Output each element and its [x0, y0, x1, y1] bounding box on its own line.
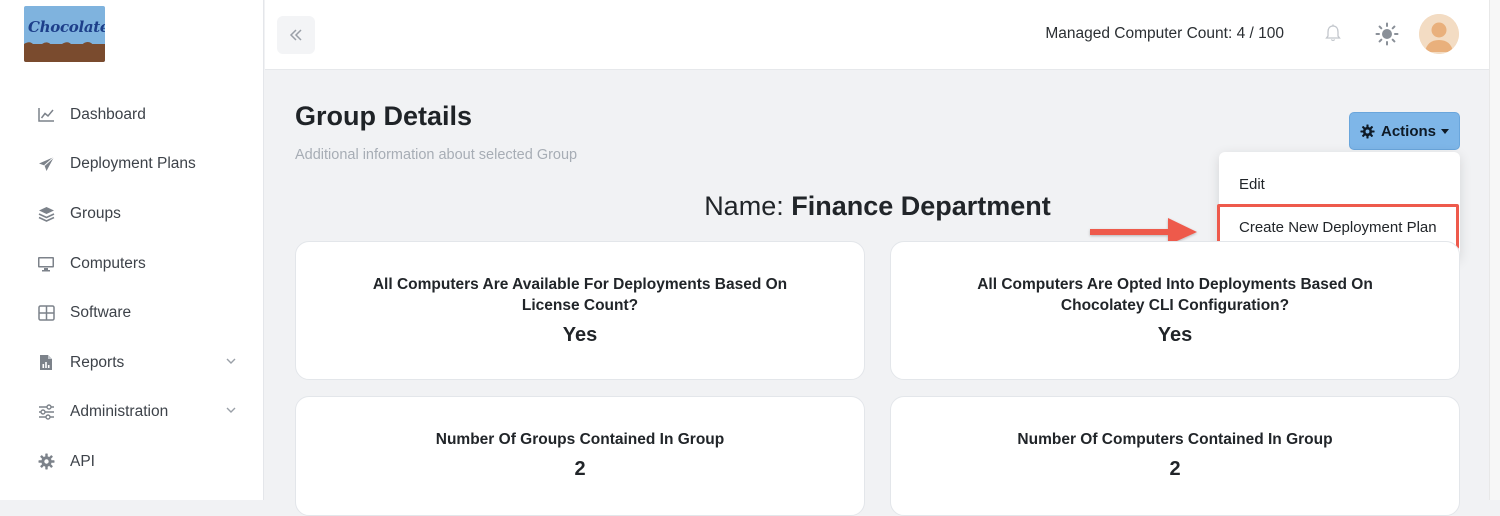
gear-icon	[37, 453, 55, 471]
card-value: Yes	[1157, 324, 1193, 346]
sidebar-item-label: Deployment Plans	[70, 155, 196, 173]
chocolate-bar-graphic	[24, 44, 105, 62]
sliders-icon	[37, 403, 55, 421]
actions-button-label: Actions	[1380, 122, 1436, 140]
page-scrollbar[interactable]	[1489, 0, 1500, 500]
chart-line-icon	[37, 106, 55, 124]
sidebar-item-administration[interactable]: Administration	[0, 388, 264, 438]
top-bar: Managed Computer Count: 4 / 100	[265, 0, 1489, 70]
license-availability-card: All Computers Are Available For Deployme…	[295, 241, 865, 380]
card-value: Yes	[562, 324, 598, 346]
double-chevron-left-icon	[289, 29, 302, 41]
collapse-sidebar-button[interactable]	[277, 16, 315, 54]
group-name-value: Finance Department	[791, 191, 1051, 221]
page-title: Group Details	[295, 101, 473, 131]
sidebar-item-label: Computers	[70, 254, 146, 272]
theme-toggle-sun-icon[interactable]	[1375, 22, 1399, 51]
chevron-down-icon	[226, 358, 236, 364]
paper-plane-icon	[37, 155, 55, 173]
managed-computer-count: Managed Computer Count: 4 / 100	[1045, 25, 1284, 42]
sidebar-item-label: Administration	[70, 403, 169, 421]
sidebar-nav: Dashboard Deployment Plans Groups Comput…	[0, 90, 264, 487]
bell-icon[interactable]	[1325, 24, 1341, 48]
sidebar-item-label: Software	[70, 304, 132, 322]
cli-opt-in-card: All Computers Are Opted Into Deployments…	[890, 241, 1460, 380]
sidebar-item-label: API	[70, 452, 95, 470]
logo-text: Chocolatey	[28, 18, 105, 36]
file-report-icon	[37, 354, 55, 372]
sidebar-item-reports[interactable]: Reports	[0, 338, 264, 388]
chocolatey-logo[interactable]: Chocolatey	[24, 6, 105, 62]
group-name-label: Name:	[704, 191, 784, 221]
card-title: All Computers Are Opted Into Deployments…	[977, 276, 1373, 314]
sidebar-item-dashboard[interactable]: Dashboard	[0, 90, 264, 140]
page-subtitle: Additional information about selected Gr…	[295, 147, 578, 163]
card-title: All Computers Are Available For Deployme…	[372, 276, 788, 314]
user-avatar[interactable]	[1419, 14, 1459, 54]
groups-count-card: Number Of Groups Contained In Group 2	[295, 396, 865, 516]
grid-icon	[37, 304, 55, 322]
group-name-heading: Name: Finance Department	[0, 191, 1500, 222]
sidebar: Chocolatey Dashboard Deployment Plans Gr…	[0, 0, 264, 500]
caret-down-icon	[1441, 128, 1449, 134]
card-title: Number Of Groups Contained In Group	[435, 431, 725, 448]
sidebar-item-label: Reports	[70, 353, 125, 371]
card-title: Number Of Computers Contained In Group	[1017, 431, 1333, 448]
chevron-down-icon	[226, 407, 236, 414]
actions-dropdown-button[interactable]: Actions	[1349, 112, 1460, 150]
sidebar-item-api[interactable]: API	[0, 437, 264, 487]
sidebar-item-deployment-plans[interactable]: Deployment Plans	[0, 140, 264, 190]
sidebar-item-software[interactable]: Software	[0, 288, 264, 338]
card-value: 2	[1169, 458, 1181, 480]
sidebar-item-computers[interactable]: Computers	[0, 239, 264, 289]
gear-icon	[1360, 123, 1375, 139]
desktop-icon	[37, 255, 55, 273]
computers-count-card: Number Of Computers Contained In Group 2	[890, 396, 1460, 516]
sidebar-item-label: Dashboard	[70, 105, 146, 123]
card-value: 2	[574, 458, 586, 480]
